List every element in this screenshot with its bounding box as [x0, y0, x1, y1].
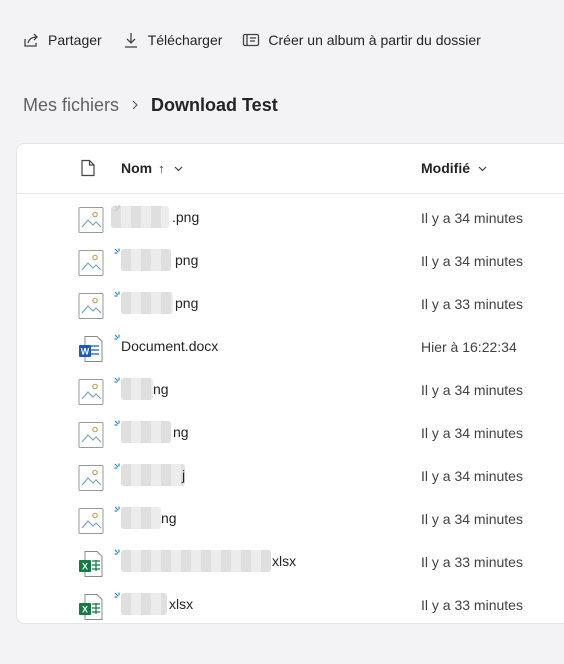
download-button[interactable]: Télécharger	[122, 28, 223, 52]
file-modified: Il y a 33 minutes	[421, 554, 523, 570]
redacted-filename	[111, 206, 169, 228]
excel-file-icon: X	[78, 593, 104, 621]
share-label: Partager	[48, 32, 102, 48]
redacted-filename	[121, 249, 171, 271]
column-header-modified[interactable]: Modifié	[421, 160, 488, 176]
share-icon	[24, 33, 38, 47]
sort-ascending-icon: ↑	[158, 160, 165, 176]
file-row[interactable]: png Il y a 33 minutes	[17, 284, 564, 327]
file-modified: Hier à 16:22:34	[421, 339, 517, 355]
redacted-filename	[121, 593, 167, 615]
file-modified: Il y a 34 minutes	[421, 253, 523, 269]
redacted-filename	[121, 464, 185, 486]
chevron-right-icon	[132, 100, 138, 110]
file-name[interactable]: png	[175, 295, 198, 311]
download-icon	[124, 33, 137, 48]
file-name[interactable]: png	[175, 252, 198, 268]
file-row[interactable]: ng Il y a 34 minutes	[17, 413, 564, 456]
word-file-icon: W	[78, 335, 104, 363]
album-icon	[243, 33, 260, 47]
breadcrumb-parent[interactable]: Mes fichiers	[23, 95, 119, 116]
file-row[interactable]: ng Il y a 34 minutes	[17, 370, 564, 413]
file-type-column-icon[interactable]	[80, 159, 96, 177]
file-row[interactable]: .png Il y a 34 minutes	[17, 198, 564, 241]
file-name[interactable]: j	[182, 467, 185, 483]
page-title: Download Test	[151, 94, 278, 115]
redacted-filename	[121, 421, 171, 443]
file-row[interactable]: j Il y a 34 minutes	[17, 456, 564, 499]
excel-file-icon: X	[78, 550, 104, 578]
image-file-icon	[78, 421, 104, 449]
file-modified: Il y a 34 minutes	[421, 468, 523, 484]
column-modified-label: Modifié	[421, 160, 470, 176]
image-file-icon	[78, 378, 104, 406]
image-file-icon	[78, 507, 104, 535]
chevron-down-icon	[478, 166, 487, 171]
file-modified: Il y a 33 minutes	[421, 296, 523, 312]
redacted-filename	[121, 292, 173, 314]
chevron-down-icon	[174, 166, 183, 171]
breadcrumb-separator	[129, 99, 141, 111]
file-name[interactable]: xlsx	[272, 553, 296, 569]
create-album-label: Créer un album à partir du dossier	[268, 32, 481, 48]
file-list-header: Nom ↑ Modifié	[17, 144, 564, 194]
share-button[interactable]: Partager	[22, 28, 102, 52]
file-modified: Il y a 33 minutes	[421, 597, 523, 613]
image-file-icon	[78, 292, 104, 320]
redacted-filename	[121, 378, 153, 400]
column-name-label: Nom	[121, 160, 153, 176]
file-row[interactable]: W Document.docx Hier à 16:22:34	[17, 327, 564, 370]
file-row[interactable]: Xxlsx Il y a 33 minutes	[17, 585, 564, 628]
image-file-icon	[78, 206, 104, 234]
command-bar: Partager Télécharger Créer un album à pa…	[22, 28, 501, 52]
file-list: Nom ↑ Modifié .png Il y a 34 minutes png Il…	[16, 143, 564, 624]
column-header-name[interactable]: Nom ↑	[121, 160, 184, 176]
file-row[interactable]: ng Il y a 34 minutes	[17, 499, 564, 542]
file-name[interactable]: ng	[173, 424, 189, 440]
svg-text:X: X	[82, 562, 88, 572]
create-album-button[interactable]: Créer un album à partir du dossier	[242, 28, 481, 52]
image-file-icon	[78, 249, 104, 277]
file-name[interactable]: xlsx	[169, 596, 193, 612]
file-row[interactable]: Xxlsx Il y a 33 minutes	[17, 542, 564, 585]
file-name[interactable]: ng	[161, 510, 177, 526]
redacted-filename	[121, 507, 161, 529]
redacted-filename	[121, 550, 271, 572]
file-modified: Il y a 34 minutes	[421, 382, 523, 398]
download-label: Télécharger	[147, 32, 223, 48]
image-file-icon	[78, 464, 104, 492]
file-modified: Il y a 34 minutes	[421, 210, 523, 226]
breadcrumb: Mes fichiers Download Test	[23, 92, 278, 118]
file-modified: Il y a 34 minutes	[421, 425, 523, 441]
svg-text:X: X	[82, 605, 88, 615]
file-name[interactable]: .png	[172, 209, 199, 225]
file-row[interactable]: png Il y a 34 minutes	[17, 241, 564, 284]
file-name[interactable]: ng	[153, 381, 169, 397]
file-name[interactable]: Document.docx	[121, 338, 218, 354]
svg-text:W: W	[81, 347, 90, 357]
file-modified: Il y a 34 minutes	[421, 511, 523, 527]
